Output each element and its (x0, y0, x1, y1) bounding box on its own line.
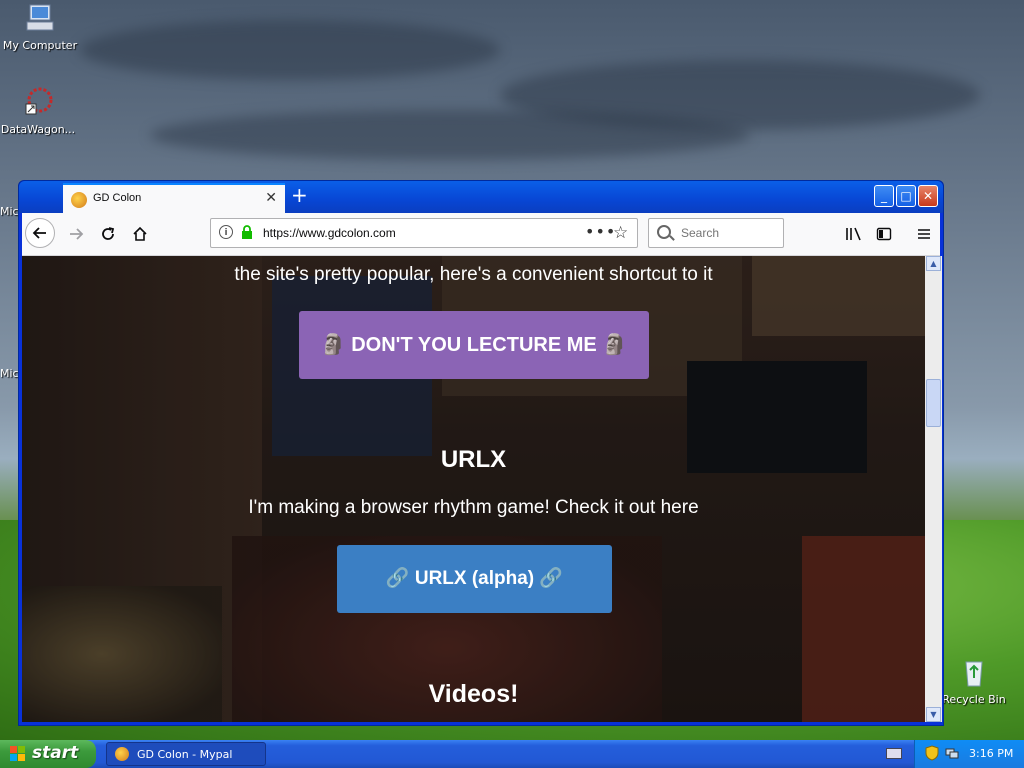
url-text: https://www.gdcolon.com (263, 226, 396, 240)
desktop-icon-recycle-bin[interactable]: Recycle Bin (934, 656, 1014, 706)
taskbar: start GD Colon - Mypal 3:16 PM (0, 740, 1024, 768)
keyboard-icon[interactable] (886, 748, 902, 759)
maximize-button[interactable]: □ (896, 185, 916, 207)
search-icon (657, 225, 671, 239)
urlx-heading: URLX (440, 446, 507, 473)
intro-text: the site's pretty popular, here's a conv… (234, 264, 713, 285)
favicon-icon (71, 192, 87, 208)
desktop-icon-label: DataWagon... (0, 123, 76, 136)
back-arrow-icon (32, 227, 46, 239)
home-button[interactable] (126, 221, 154, 247)
recycle-bin-icon (965, 661, 983, 687)
close-window-button[interactable]: ✕ (918, 185, 938, 207)
title-bar[interactable]: GD Colon ✕ + _ □ ✕ (19, 181, 943, 213)
forward-arrow-icon (70, 228, 84, 240)
reload-button[interactable] (94, 221, 122, 247)
forward-button[interactable] (62, 221, 90, 247)
taskbar-item-gd-colon[interactable]: GD Colon - Mypal (106, 742, 266, 766)
home-icon (133, 226, 147, 241)
start-button[interactable]: start (0, 740, 96, 768)
scroll-up-button[interactable]: ▲ (926, 256, 941, 271)
tab-title: GD Colon (93, 192, 142, 204)
cloud (80, 20, 500, 80)
back-button[interactable] (25, 218, 55, 248)
url-bar[interactable]: i https://www.gdcolon.com ••• ☆ (210, 218, 638, 248)
web-page-content: the site's pretty popular, here's a conv… (22, 256, 925, 722)
sidebar-button[interactable] (870, 221, 898, 247)
desktop-icon-datawagon[interactable]: DataWagon... (0, 86, 78, 136)
dont-you-lecture-me-button[interactable]: 🗿 DON'T YOU LECTURE ME 🗿 (299, 311, 649, 379)
minimize-button[interactable]: _ (874, 185, 894, 207)
desktop-icon-label: Recycle Bin (942, 693, 1006, 706)
datawagon-icon (25, 87, 53, 115)
mypal-icon (115, 747, 129, 761)
my-computer-icon (26, 4, 54, 31)
urlx-description: I'm making a browser rhythm game! Check … (248, 497, 699, 518)
bookmark-star-icon[interactable]: ☆ (613, 223, 628, 243)
sidebar-icon (876, 227, 892, 241)
cloud (150, 110, 750, 160)
scroll-thumb[interactable] (926, 379, 941, 427)
browser-window: GD Colon ✕ + _ □ ✕ i https://www.gdcolon… (18, 180, 944, 726)
taskbar-item-label: GD Colon - Mypal (137, 748, 233, 761)
start-label: start (32, 743, 79, 763)
network-icon[interactable] (945, 746, 959, 760)
system-tray: 3:16 PM (914, 740, 1024, 768)
windows-logo-icon (10, 746, 25, 761)
search-box[interactable] (648, 218, 784, 248)
security-shield-icon[interactable] (925, 745, 939, 761)
lock-icon (242, 225, 252, 239)
menu-button[interactable] (910, 221, 938, 247)
reload-icon (102, 227, 115, 240)
navigation-toolbar: i https://www.gdcolon.com ••• ☆ (22, 213, 940, 256)
clock[interactable]: 3:16 PM (969, 747, 1013, 760)
desktop-icon-my-computer[interactable]: My Computer (0, 2, 80, 52)
desktop-icon-label: My Computer (2, 39, 78, 52)
desktop-partial-label: Mic (0, 367, 19, 380)
close-tab-icon[interactable]: ✕ (265, 190, 277, 206)
info-icon[interactable]: i (219, 225, 233, 239)
videos-heading: Videos! (428, 680, 519, 708)
page-actions-icon[interactable]: ••• (585, 222, 616, 241)
tab-gd-colon[interactable]: GD Colon ✕ (63, 183, 285, 213)
library-icon (846, 227, 861, 241)
scroll-down-button[interactable]: ▼ (926, 707, 941, 722)
new-tab-button[interactable]: + (291, 185, 308, 205)
library-button[interactable] (840, 221, 868, 247)
search-input[interactable] (679, 225, 778, 241)
urlx-alpha-button[interactable]: 🔗 URLX (alpha) 🔗 (337, 545, 612, 613)
hamburger-menu-icon (918, 229, 930, 239)
desktop-partial-label: Mic (0, 205, 19, 218)
vertical-scrollbar[interactable]: ▲ ▼ (925, 256, 942, 722)
